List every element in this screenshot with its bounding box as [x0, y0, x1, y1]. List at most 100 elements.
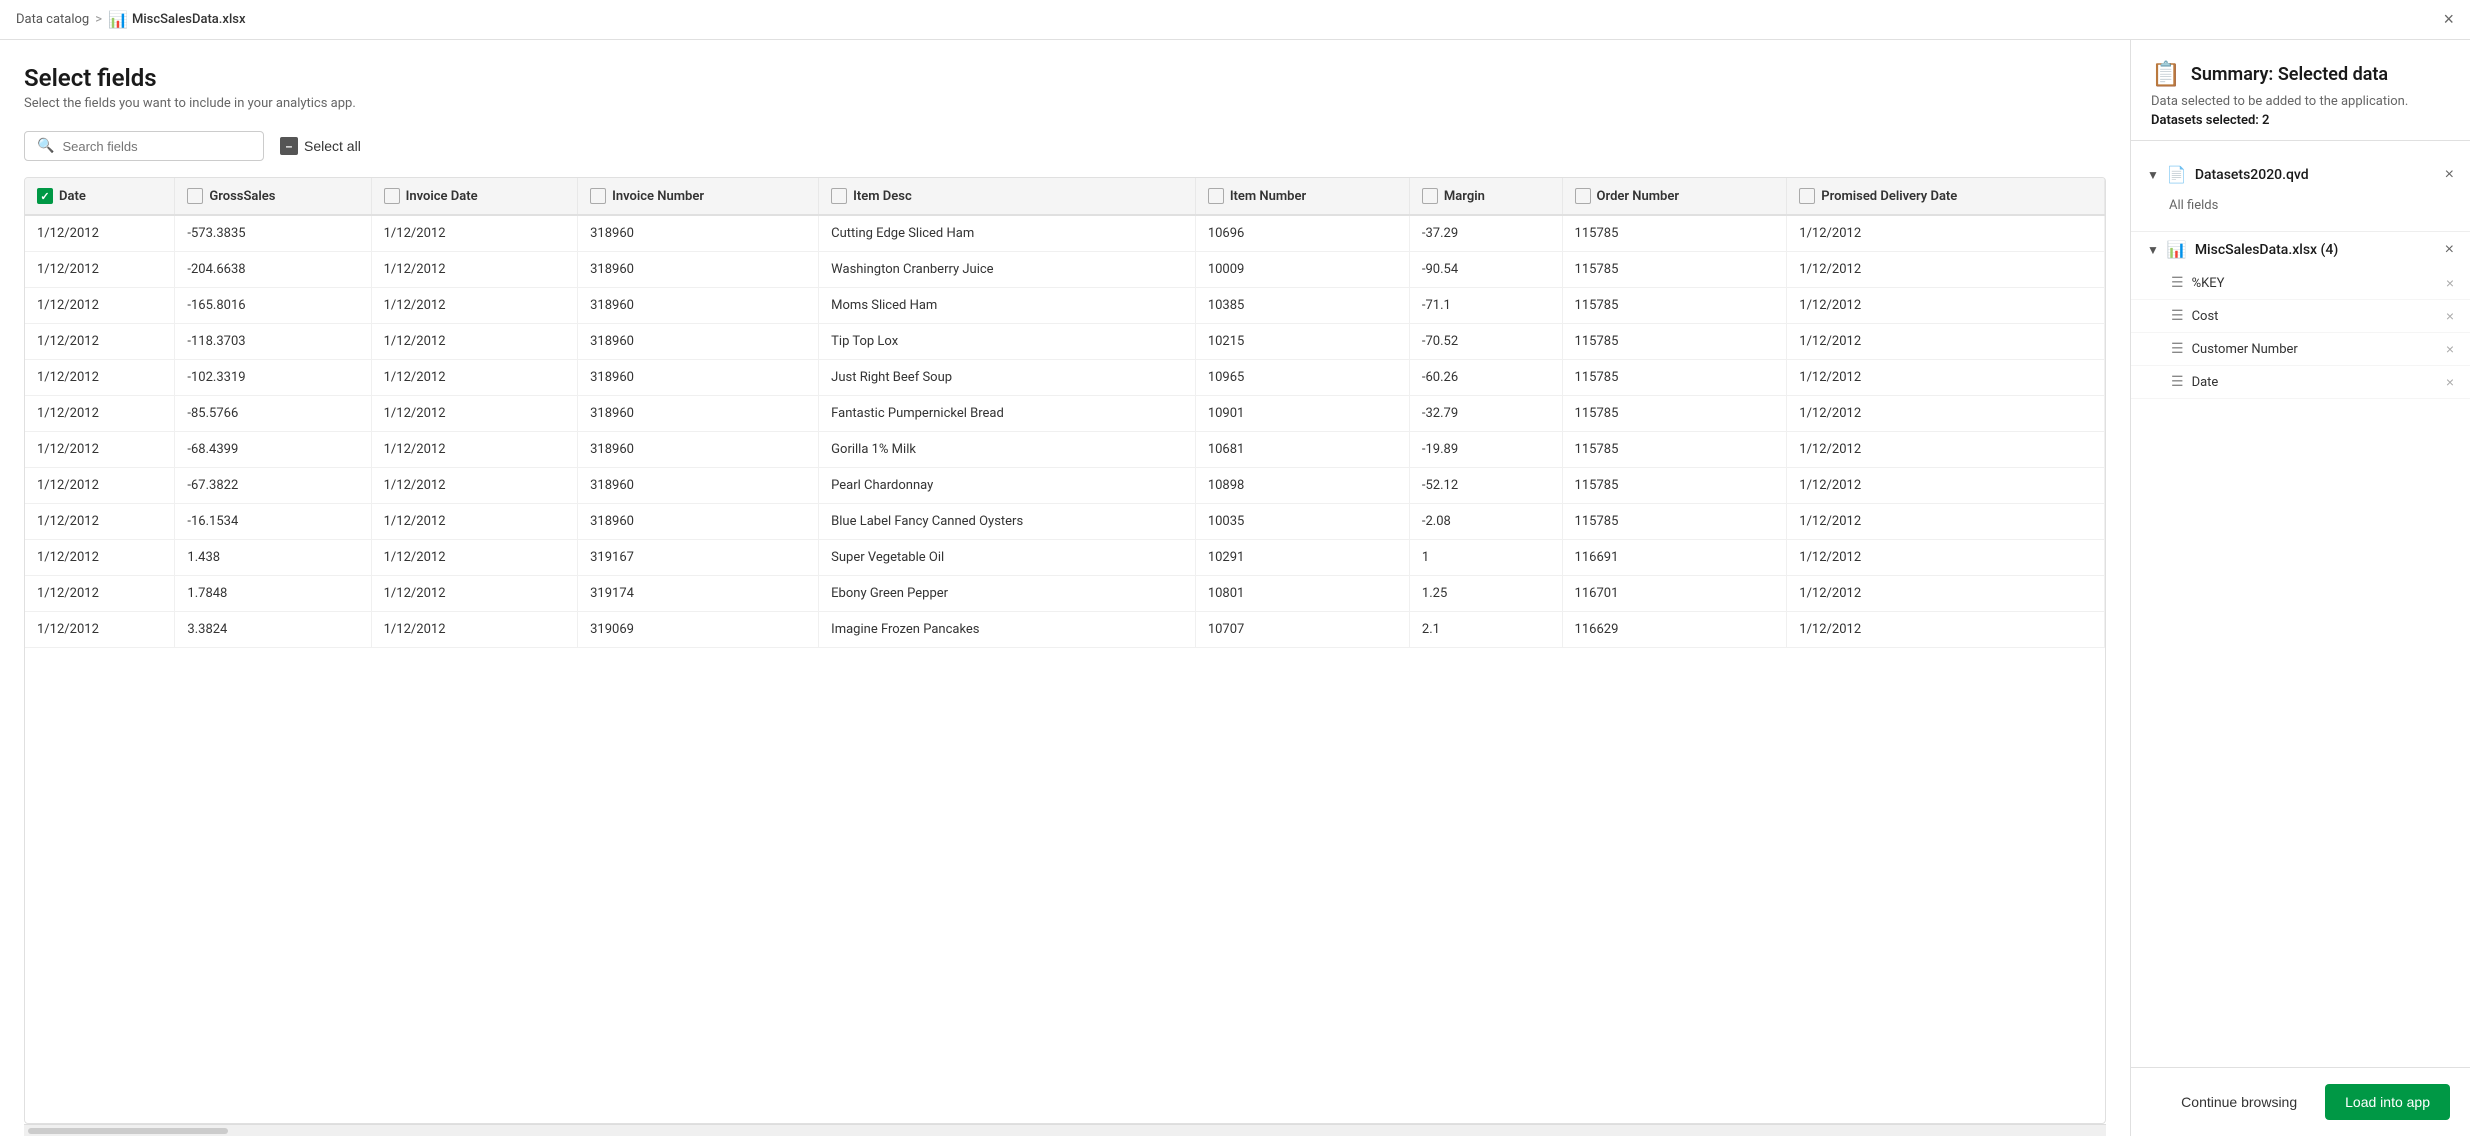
field-key-name: %KEY — [2192, 276, 2225, 291]
cell-order_number: 115785 — [1562, 215, 1787, 252]
summary-icon: 📋 — [2151, 60, 2181, 88]
col-date-checkbox[interactable] — [37, 188, 53, 204]
cell-item_number: 10215 — [1195, 324, 1409, 360]
table-row: 1/12/2012-165.80161/12/2012318960Moms Sl… — [25, 288, 2105, 324]
table-row: 1/12/20121.78481/12/2012319174Ebony Gree… — [25, 576, 2105, 612]
cell-margin: -70.52 — [1409, 324, 1562, 360]
load-into-app-button[interactable]: Load into app — [2325, 1084, 2450, 1120]
field-item-key-left: ☰ %KEY — [2171, 275, 2224, 291]
table-row: 1/12/2012-16.15341/12/2012318960Blue Lab… — [25, 504, 2105, 540]
cell-item_number: 10801 — [1195, 576, 1409, 612]
field-key-icon: ☰ — [2171, 275, 2184, 291]
cell-invoice_date: 1/12/2012 — [371, 576, 578, 612]
cell-promised_delivery_date: 1/12/2012 — [1787, 576, 2105, 612]
summary-subtitle: Data selected to be added to the applica… — [2151, 94, 2450, 109]
cell-item_desc: Tip Top Lox — [819, 324, 1196, 360]
field-item-customer-number-left: ☰ Customer Number — [2171, 341, 2298, 357]
cell-date: 1/12/2012 — [25, 360, 175, 396]
field-item-customer-number: ☰ Customer Number × — [2131, 333, 2470, 366]
cell-promised_delivery_date: 1/12/2012 — [1787, 612, 2105, 648]
cell-promised_delivery_date: 1/12/2012 — [1787, 215, 2105, 252]
cell-invoice_number: 319174 — [578, 576, 819, 612]
cell-promised_delivery_date: 1/12/2012 — [1787, 504, 2105, 540]
field-date-remove-button[interactable]: × — [2446, 374, 2454, 390]
cell-date: 1/12/2012 — [25, 252, 175, 288]
cell-gross_sales: -573.3835 — [175, 215, 371, 252]
col-order-number-checkbox[interactable] — [1575, 188, 1591, 204]
cell-invoice_date: 1/12/2012 — [371, 324, 578, 360]
table-row: 1/12/2012-118.37031/12/2012318960Tip Top… — [25, 324, 2105, 360]
cell-margin: -60.26 — [1409, 360, 1562, 396]
cell-invoice_date: 1/12/2012 — [371, 360, 578, 396]
col-item-desc-checkbox[interactable] — [831, 188, 847, 204]
col-invoice-number-checkbox[interactable] — [590, 188, 606, 204]
dataset2-header[interactable]: ▼ 📊 MiscSalesData.xlsx (4) × — [2131, 231, 2470, 267]
col-promised-delivery-date-checkbox[interactable] — [1799, 188, 1815, 204]
cell-invoice_number: 318960 — [578, 252, 819, 288]
search-input[interactable] — [62, 139, 251, 154]
horizontal-scrollbar[interactable] — [24, 1124, 2106, 1136]
cell-gross_sales: -67.3822 — [175, 468, 371, 504]
col-item-number-label: Item Number — [1230, 189, 1306, 204]
dataset1-name: Datasets2020.qvd — [2195, 167, 2309, 183]
table-body: 1/12/2012-573.38351/12/2012318960Cutting… — [25, 215, 2105, 648]
cell-gross_sales: -85.5766 — [175, 396, 371, 432]
field-key-remove-button[interactable]: × — [2446, 275, 2454, 291]
dataset1-remove-button[interactable]: × — [2445, 166, 2454, 184]
cell-order_number: 115785 — [1562, 324, 1787, 360]
cell-item_number: 10965 — [1195, 360, 1409, 396]
cell-invoice_number: 319167 — [578, 540, 819, 576]
col-invoice-date-checkbox[interactable] — [384, 188, 400, 204]
cell-item_desc: Washington Cranberry Juice — [819, 252, 1196, 288]
breadcrumb-separator: > — [95, 12, 102, 27]
cell-item_desc: Ebony Green Pepper — [819, 576, 1196, 612]
data-table: Date GrossSales Invoic — [25, 178, 2105, 648]
select-all-label: Select all — [304, 138, 361, 154]
col-invoice-number: Invoice Number — [578, 178, 819, 215]
cell-invoice_number: 318960 — [578, 468, 819, 504]
cell-date: 1/12/2012 — [25, 504, 175, 540]
col-gross-sales-checkbox[interactable] — [187, 188, 203, 204]
cell-promised_delivery_date: 1/12/2012 — [1787, 468, 2105, 504]
right-panel: 📋 Summary: Selected data Data selected t… — [2130, 40, 2470, 1136]
top-bar: Data catalog > 📊 MiscSalesData.xlsx × — [0, 0, 2470, 40]
field-customer-number-remove-button[interactable]: × — [2446, 341, 2454, 357]
field-cost-remove-button[interactable]: × — [2446, 308, 2454, 324]
cell-date: 1/12/2012 — [25, 468, 175, 504]
cell-order_number: 115785 — [1562, 468, 1787, 504]
cell-item_desc: Gorilla 1% Milk — [819, 432, 1196, 468]
cell-gross_sales: -68.4399 — [175, 432, 371, 468]
table-row: 1/12/2012-102.33191/12/2012318960Just Ri… — [25, 360, 2105, 396]
cell-gross_sales: -204.6638 — [175, 252, 371, 288]
left-panel: Select fields Select the fields you want… — [0, 40, 2130, 1136]
cell-invoice_number: 318960 — [578, 432, 819, 468]
breadcrumb-home[interactable]: Data catalog — [16, 12, 89, 27]
field-item-cost: ☰ Cost × — [2131, 300, 2470, 333]
cell-promised_delivery_date: 1/12/2012 — [1787, 324, 2105, 360]
scrollbar-thumb[interactable] — [28, 1128, 228, 1134]
cell-date: 1/12/2012 — [25, 288, 175, 324]
col-item-desc: Item Desc — [819, 178, 1196, 215]
cell-promised_delivery_date: 1/12/2012 — [1787, 540, 2105, 576]
select-all-icon — [280, 137, 298, 155]
select-all-button[interactable]: Select all — [280, 137, 361, 155]
dataset2-remove-button[interactable]: × — [2445, 241, 2454, 259]
dataset2-header-left: ▼ 📊 MiscSalesData.xlsx (4) — [2147, 240, 2338, 259]
cell-invoice_number: 318960 — [578, 215, 819, 252]
cell-invoice_date: 1/12/2012 — [371, 396, 578, 432]
cell-order_number: 115785 — [1562, 252, 1787, 288]
col-invoice-date-label: Invoice Date — [406, 189, 478, 204]
search-box: 🔍 — [24, 131, 264, 161]
cell-item_number: 10291 — [1195, 540, 1409, 576]
cell-item_desc: Imagine Frozen Pancakes — [819, 612, 1196, 648]
dataset1-header[interactable]: ▼ 📄 Datasets2020.qvd × — [2131, 157, 2470, 192]
close-button[interactable]: × — [2443, 9, 2454, 30]
table-row: 1/12/20121.4381/12/2012319167Super Veget… — [25, 540, 2105, 576]
cell-promised_delivery_date: 1/12/2012 — [1787, 360, 2105, 396]
field-customer-number-icon: ☰ — [2171, 341, 2184, 357]
cell-margin: -52.12 — [1409, 468, 1562, 504]
field-item-key: ☰ %KEY × — [2131, 267, 2470, 300]
col-item-number-checkbox[interactable] — [1208, 188, 1224, 204]
col-margin-checkbox[interactable] — [1422, 188, 1438, 204]
continue-browsing-button[interactable]: Continue browsing — [2165, 1086, 2313, 1118]
